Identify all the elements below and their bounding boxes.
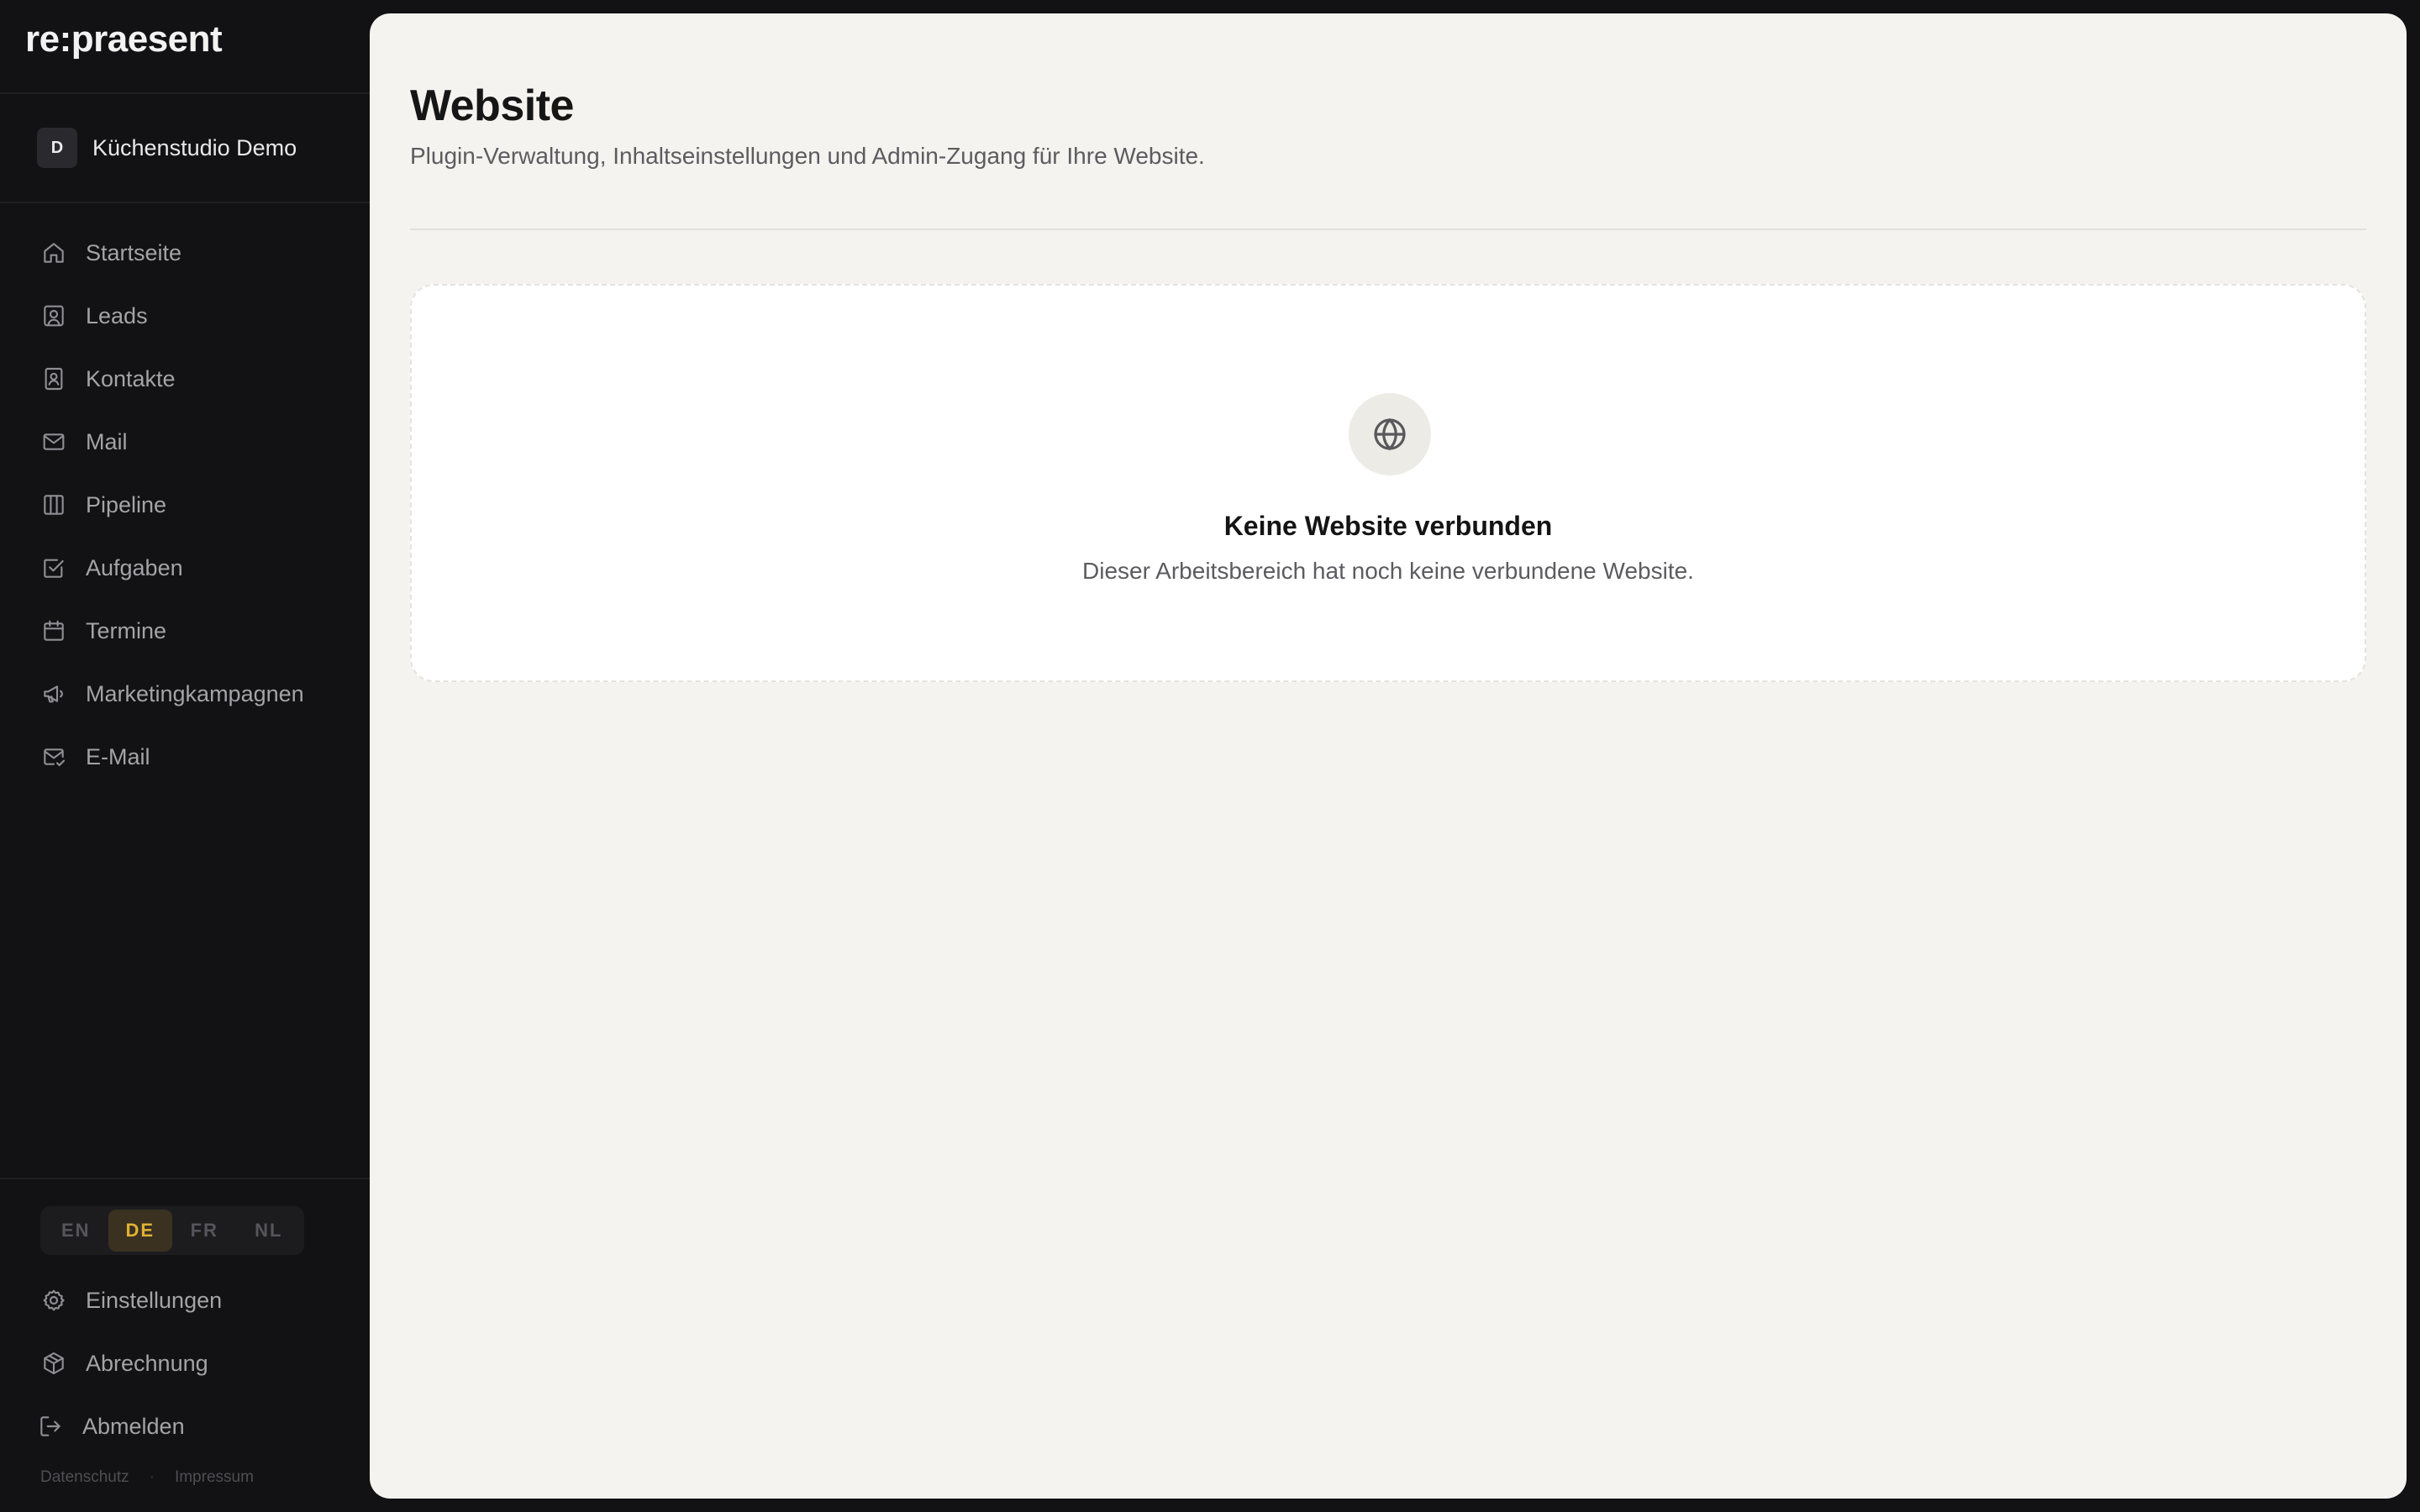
home-icon [44, 243, 64, 263]
imprint-link[interactable]: Impressum [175, 1468, 254, 1487]
sidebar-item-einstellungen[interactable]: Einstellungen [40, 1278, 343, 1322]
sidebar-divider [0, 1178, 370, 1179]
sidebar-item-label: Startseite [86, 239, 182, 265]
workspace-avatar: D [37, 128, 77, 168]
main-panel: Website Plugin-Verwaltung, Inhaltseinste… [370, 13, 2407, 1499]
sidebar-item-marketingkampagnen[interactable]: Marketingkampagnen [40, 672, 343, 716]
footer-links: Datenschutz · Impressum [40, 1468, 254, 1487]
sidebar-item-label: Kontakte [86, 365, 176, 391]
sidebar-divider [0, 202, 370, 203]
lang-option-nl[interactable]: NL [237, 1210, 302, 1252]
sidebar-item-mail[interactable]: Mail [40, 420, 343, 464]
sidebar-item-label: Leads [86, 302, 148, 328]
sidebar-item-label: Marketingkampagnen [86, 680, 304, 706]
empty-state-text: Dieser Arbeitsbereich hat noch keine ver… [1082, 558, 1694, 584]
sidebar-item-aufgaben[interactable]: Aufgaben [40, 546, 343, 590]
sidebar-item-startseite[interactable]: Startseite [40, 231, 343, 275]
empty-state-title: Keine Website verbunden [1223, 511, 1553, 541]
logout-icon [40, 1416, 60, 1436]
workspace-name: Küchenstudio Demo [92, 134, 297, 160]
app-root: re:praesent D Küchenstudio Demo Startsei… [0, 0, 2420, 1512]
app-logo[interactable]: re:praesent [25, 18, 223, 60]
sidebar-item-abmelden[interactable]: Abmelden [37, 1404, 339, 1448]
sidebar-item-label: Abrechnung [86, 1350, 208, 1376]
lang-option-de[interactable]: DE [108, 1210, 172, 1252]
page-title: Website [410, 81, 574, 130]
lang-option-en[interactable]: EN [44, 1210, 108, 1252]
sidebar-divider [0, 92, 370, 94]
sidebar-item-abrechnung[interactable]: Abrechnung [40, 1341, 343, 1385]
privacy-link[interactable]: Datenschutz [40, 1468, 129, 1487]
calendar-icon [44, 620, 64, 641]
package-icon [44, 1352, 64, 1375]
language-switcher: EN DE FR NL [40, 1206, 304, 1255]
gear-icon [43, 1289, 65, 1311]
lang-option-fr[interactable]: FR [172, 1210, 237, 1252]
sidebar-item-label: Einstellungen [86, 1287, 223, 1313]
sidebar-item-label: Pipeline [86, 491, 167, 517]
sidebar-item-termine[interactable]: Termine [40, 609, 343, 653]
sidebar-item-e-mail[interactable]: E-Mail [40, 735, 343, 779]
empty-state-card: Keine Website verbunden Dieser Arbeitsbe… [410, 284, 2366, 682]
mail-check-icon [44, 748, 66, 767]
header-divider [410, 228, 2366, 230]
sidebar-item-label: Abmelden [82, 1413, 185, 1439]
sidebar-item-label: E-Mail [86, 743, 150, 769]
sidebar-item-leads[interactable]: Leads [40, 294, 343, 338]
sidebar-item-label: Aufgaben [86, 554, 183, 580]
mail-icon [43, 433, 65, 450]
columns-icon [44, 495, 64, 515]
globe-icon [1374, 417, 1406, 451]
sidebar: re:praesent D Küchenstudio Demo Startsei… [0, 0, 370, 1512]
page-subtitle: Plugin-Verwaltung, Inhaltseinstellungen … [410, 143, 1205, 169]
sidebar-item-label: Mail [86, 428, 128, 454]
sidebar-item-label: Termine [86, 617, 167, 643]
footer-separator: · [149, 1468, 155, 1486]
empty-state-icon-wrap [1349, 393, 1431, 475]
contact-book-icon [45, 367, 63, 391]
sidebar-item-kontakte[interactable]: Kontakte [40, 357, 343, 401]
sidebar-item-pipeline[interactable]: Pipeline [40, 483, 343, 527]
workspace-switcher[interactable]: D Küchenstudio Demo [37, 128, 297, 168]
user-square-icon [44, 305, 64, 327]
megaphone-icon [44, 685, 63, 703]
checkbox-icon [44, 559, 64, 578]
